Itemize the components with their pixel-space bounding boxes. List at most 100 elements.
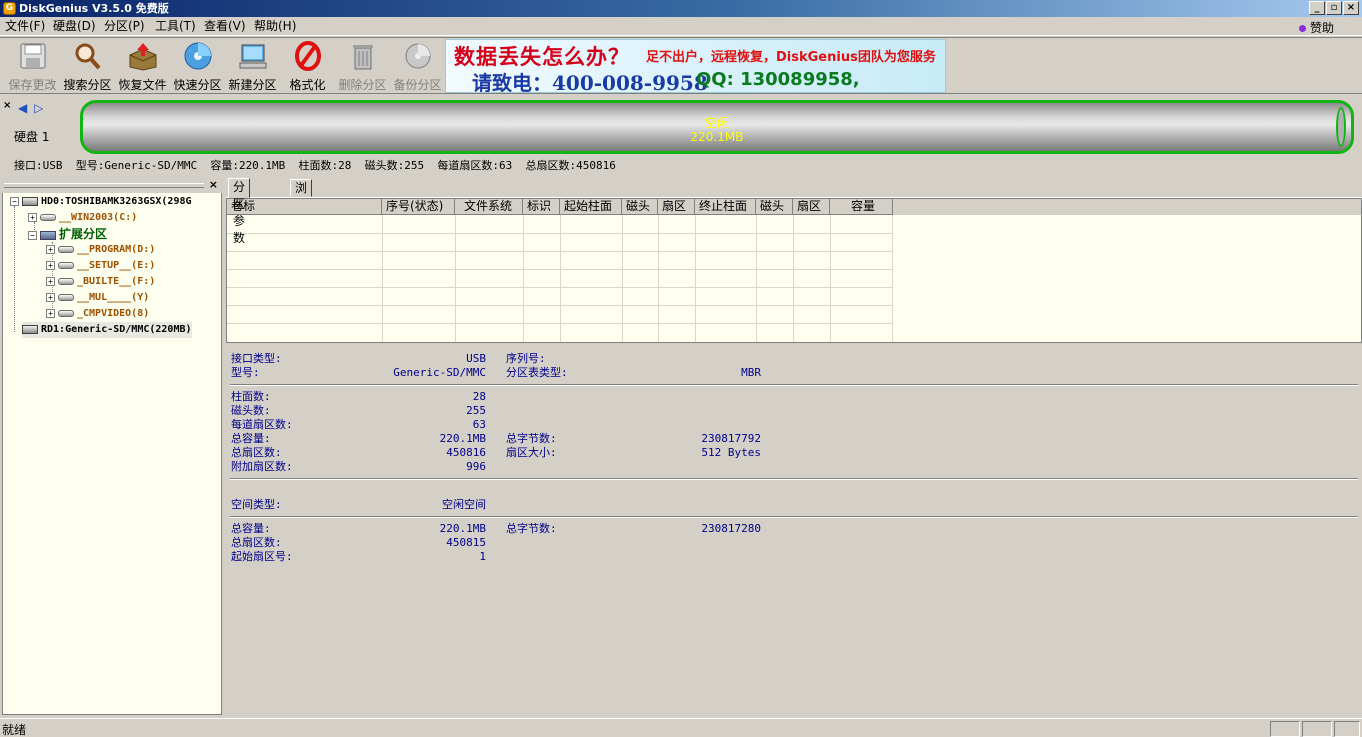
new-partition-icon — [237, 41, 269, 71]
col-start-sector[interactable]: 扇区 — [658, 199, 695, 215]
menu-view[interactable]: 查看(V) — [204, 19, 246, 34]
model-value: Generic-SD/MMC — [393, 366, 486, 379]
col-end-sector[interactable]: 扇区 — [793, 199, 830, 215]
trash-icon — [347, 41, 379, 71]
status-panel — [1302, 721, 1332, 737]
tree-node-buildte[interactable]: + _BUILTE__(F:) — [46, 274, 155, 290]
interface-type-value: USB — [466, 352, 486, 365]
minimize-button[interactable]: _ — [1309, 1, 1325, 15]
close-icon[interactable]: × — [3, 100, 11, 111]
total-sectors-label: 总扇区数: — [231, 446, 282, 459]
total-sectors-value: 450816 — [446, 446, 486, 459]
tree-label-win2003: __WIN2003(C:) — [59, 212, 138, 223]
cylinders-label: 柱面数: — [231, 390, 271, 403]
grid-line — [227, 269, 892, 270]
tab-browse-files[interactable]: 浏览文件 — [290, 179, 313, 246]
delete-partition-button[interactable]: 删除分区 — [335, 41, 390, 93]
col-flag[interactable]: 标识 — [523, 199, 560, 215]
tree-node-program[interactable]: + __PROGRAM(D:) — [46, 242, 155, 258]
free-space-title: 空闲 — [704, 116, 729, 130]
col-end-cylinder[interactable]: 终止柱面 — [695, 199, 756, 215]
format-no-icon — [292, 41, 324, 71]
tree-label-cmpvideo: _CMPVIDEO(8) — [77, 308, 150, 319]
grid-line — [227, 305, 892, 306]
free-bytes-label: 总字节数: — [506, 522, 557, 535]
panel-grip[interactable] — [4, 183, 204, 188]
menu-tools[interactable]: 工具(T) — [155, 19, 196, 34]
col-capacity[interactable]: 容量 — [830, 199, 893, 215]
status-panel — [1270, 721, 1300, 737]
search-partition-button[interactable]: 搜索分区 — [60, 41, 115, 93]
extended-partition-icon — [40, 230, 56, 240]
status-text: 就绪 — [2, 723, 27, 737]
menu-file[interactable]: 文件(F) — [5, 19, 45, 34]
menu-help[interactable]: 帮助(H) — [254, 19, 296, 34]
expand-icon[interactable]: + — [46, 292, 55, 302]
collapse-icon[interactable]: − — [10, 196, 19, 206]
tree-node-setup[interactable]: + __SETUP__(E:) — [46, 258, 155, 274]
partition-icon — [58, 261, 74, 269]
expand-icon[interactable]: + — [46, 276, 55, 286]
sectors-per-track-label: 每道扇区数: — [231, 418, 293, 431]
format-button[interactable]: 格式化 — [280, 41, 335, 93]
col-start-head[interactable]: 磁头 — [622, 199, 658, 215]
free-sectors-value: 450815 — [446, 536, 486, 549]
hard-disk-icon — [22, 196, 38, 206]
total-capacity-label: 总容量: — [231, 432, 271, 445]
tree-panel-header: × — [2, 178, 222, 193]
next-disk-icon[interactable]: ▷ — [34, 101, 43, 115]
partition-icon — [58, 309, 74, 317]
banner-subline: 足不出户，远程恢复，DiskGenius团队为您服务 — [646, 50, 936, 65]
partition-icon — [40, 213, 56, 221]
tree-node-extended[interactable]: − 扩展分区 — [28, 226, 107, 242]
grid-line — [892, 215, 893, 342]
expand-icon[interactable]: + — [46, 308, 55, 318]
col-end-head[interactable]: 磁头 — [756, 199, 793, 215]
quick-partition-button[interactable]: 快速分区 — [170, 41, 225, 93]
expand-icon[interactable]: + — [46, 260, 55, 270]
status-panel — [1334, 721, 1360, 737]
free-capacity-value: 220.1MB — [439, 522, 486, 535]
backup-partition-button[interactable]: 备份分区 — [390, 41, 445, 93]
tree-connector — [14, 206, 15, 332]
col-file-system[interactable]: 文件系统 — [455, 199, 523, 215]
banner-phone: 请致电：400-008-9958 — [472, 71, 708, 93]
expand-icon[interactable]: + — [46, 244, 55, 254]
tree-node-rd1[interactable]: RD1:Generic-SD/MMC(220MB) — [22, 322, 192, 338]
disk-partition-bar[interactable]: 空闲 220.1MB — [80, 100, 1354, 154]
details-separator — [230, 478, 1358, 480]
tree-node-mul[interactable]: + __MUL____(Y) — [46, 290, 149, 306]
sponsor-link[interactable]: 赞助 — [1298, 19, 1334, 36]
tab-partition-params[interactable]: 分区参数 — [228, 178, 251, 245]
recover-files-button[interactable]: 恢复文件 — [115, 41, 170, 93]
expand-icon[interactable]: + — [28, 212, 37, 222]
disk-label: 硬盘 1 — [14, 130, 50, 144]
tree-node-cmpvideo[interactable]: + _CMPVIDEO(8) — [46, 306, 149, 322]
col-start-cylinder[interactable]: 起始柱面 — [560, 199, 622, 215]
grid-line — [227, 233, 892, 234]
tree-node-hd0[interactable]: − HD0:TOSHIBAMK3263GSX(298G — [10, 194, 192, 210]
collapse-icon[interactable]: − — [28, 230, 37, 240]
restore-button[interactable]: ▫ — [1326, 1, 1342, 15]
new-partition-button[interactable]: 新建分区 — [225, 41, 280, 93]
ad-banner[interactable]: 数据丢失怎么办？ 足不出户，远程恢复，DiskGenius团队为您服务 请致电：… — [445, 39, 946, 93]
sector-size-label: 扇区大小: — [506, 446, 557, 459]
tree-node-win2003[interactable]: + __WIN2003(C:) — [28, 210, 137, 226]
partition-icon — [58, 277, 74, 285]
interface-type-label: 接口类型: — [231, 352, 282, 365]
total-bytes-value: 230817792 — [701, 432, 761, 445]
close-button[interactable]: × — [1343, 1, 1359, 15]
menu-disk[interactable]: 硬盘(D) — [53, 19, 96, 34]
recover-files-label: 恢复文件 — [118, 78, 167, 92]
menu-partition[interactable]: 分区(P) — [104, 19, 145, 34]
partition-table-type-value: MBR — [741, 366, 761, 379]
col-volume-label[interactable]: 卷标 — [227, 199, 382, 215]
col-index-status[interactable]: 序号(状态) — [382, 199, 455, 215]
prev-disk-icon[interactable]: ◀ — [18, 101, 27, 115]
free-space-size: 220.1MB — [690, 130, 744, 144]
quick-partition-disc-icon — [182, 41, 214, 71]
save-changes-button[interactable]: 保存更改 — [5, 41, 60, 93]
sponsor-icon — [1298, 25, 1306, 32]
close-panel-icon[interactable]: × — [209, 178, 218, 191]
model-label: 型号: — [231, 366, 260, 379]
